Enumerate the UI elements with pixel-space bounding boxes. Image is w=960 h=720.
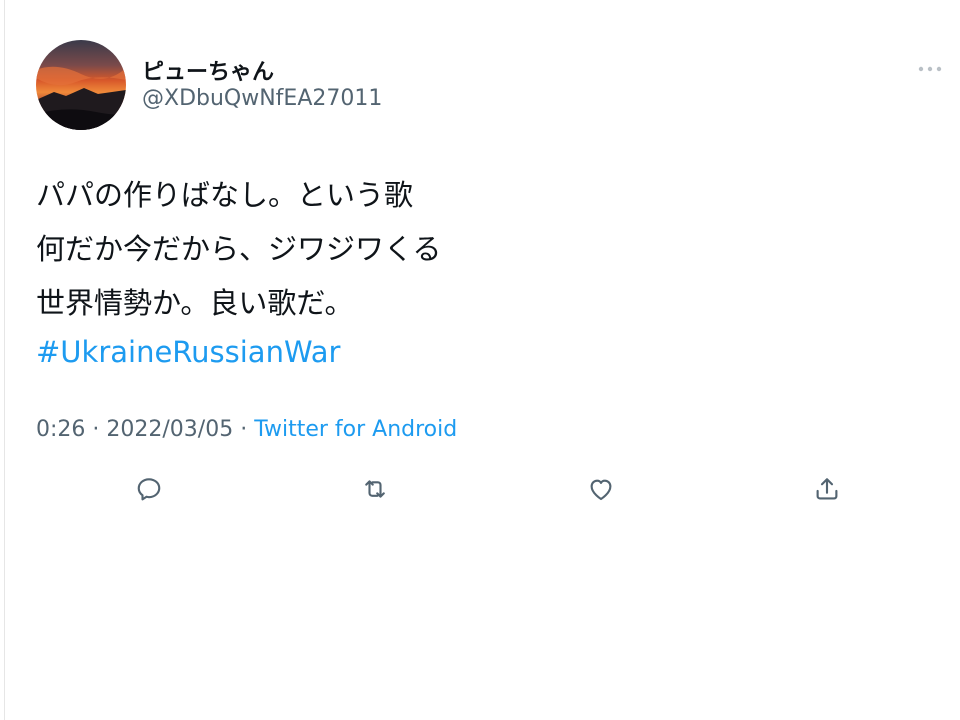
like-button[interactable]	[580, 468, 622, 510]
tweet-text: パパの作りばなし。という歌 何だか今だから、ジワジワくる 世界情勢か。良い歌だ。	[36, 168, 441, 330]
meta-separator: ·	[233, 417, 255, 442]
reply-icon	[137, 478, 161, 501]
divider	[4, 0, 5, 720]
more-horizontal-icon	[918, 66, 942, 72]
more-options-button[interactable]	[912, 56, 948, 82]
retweet-button[interactable]	[354, 468, 396, 510]
action-bar	[0, 468, 960, 510]
tweet-date[interactable]: 2022/03/05	[106, 417, 233, 442]
avatar[interactable]	[36, 40, 126, 130]
heart-icon	[590, 479, 612, 501]
retweet-icon	[365, 480, 385, 498]
tweet-text-line: 何だか今だから、ジワジワくる	[36, 232, 442, 266]
share-icon	[816, 478, 838, 500]
tweet-text-line: パパの作りばなし。という歌	[36, 178, 414, 212]
tweet-card: ピューちゃん @XDbuQwNfEA27011 パパの作りばなし。という歌 何だ…	[0, 0, 960, 720]
tweet-text-line: 世界情勢か。良い歌だ。	[36, 286, 354, 320]
meta-separator: ·	[85, 417, 107, 442]
tweet-source-link[interactable]: Twitter for Android	[254, 417, 457, 442]
user-handle[interactable]: @XDbuQwNfEA27011	[142, 86, 382, 111]
display-name[interactable]: ピューちゃん	[142, 54, 274, 86]
hashtag-link[interactable]: #UkraineRussianWar	[36, 330, 340, 374]
share-button[interactable]	[806, 468, 848, 510]
tweet-time[interactable]: 0:26	[36, 417, 85, 442]
reply-button[interactable]	[128, 468, 170, 510]
avatar-sunset-image	[36, 40, 126, 130]
tweet-meta: 0:26 · 2022/03/05 · Twitter for Android	[36, 414, 457, 446]
